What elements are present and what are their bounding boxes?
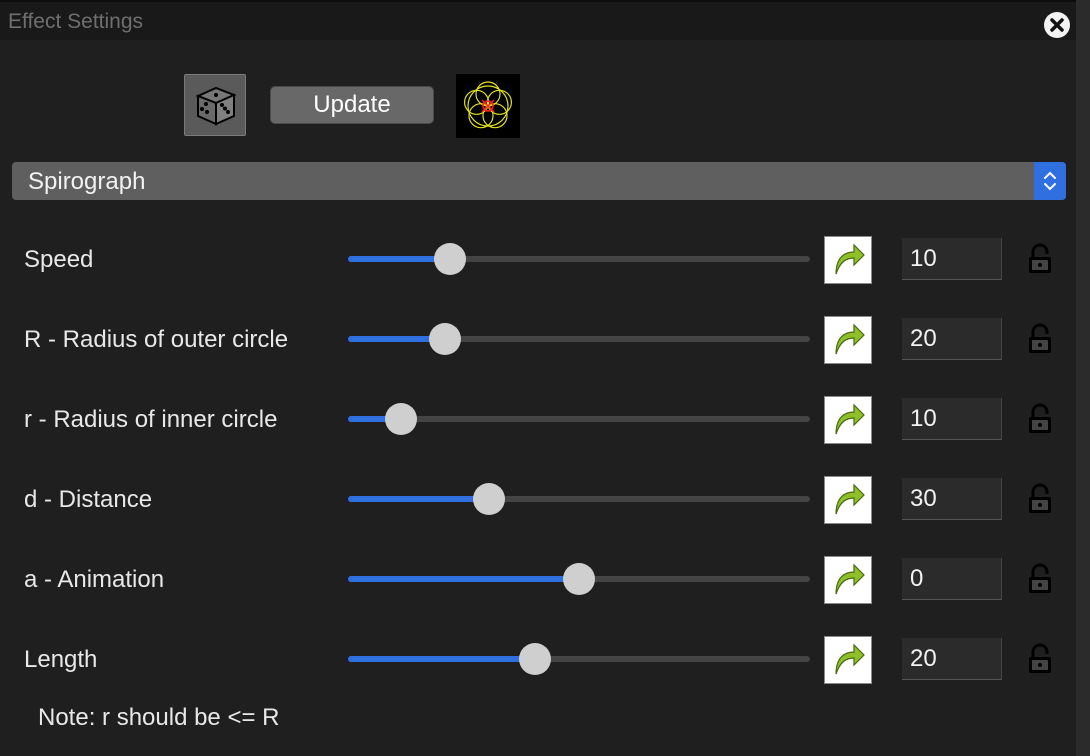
reset-arrow-icon [835, 483, 865, 515]
lock-open-icon [1029, 323, 1051, 353]
slider-thumb[interactable] [433, 243, 466, 275]
effect-select-value: Spirograph [28, 168, 146, 195]
lock-open-icon [1029, 483, 1051, 513]
parameter-label: R - Radius of outer circle [24, 326, 289, 353]
slider-thumb[interactable] [472, 483, 505, 515]
close-button[interactable] [1044, 12, 1070, 38]
lock-toggle[interactable] [1026, 242, 1054, 276]
reset-arrow-icon [835, 403, 865, 435]
reset-arrow-icon [835, 243, 865, 275]
parameter-label: Speed [24, 246, 94, 273]
effect-settings-window: Effect Settings Update Spirograph Speed … [0, 0, 1090, 756]
lock-open-icon [1029, 243, 1051, 273]
parameter-value-input[interactable] [902, 638, 1002, 680]
parameter-slider[interactable] [348, 563, 810, 595]
lock-toggle[interactable] [1026, 482, 1054, 516]
reset-arrow-icon [835, 643, 865, 675]
parameter-label: a - Animation [24, 566, 165, 593]
slider-track [348, 416, 810, 422]
parameter-slider[interactable] [348, 643, 810, 675]
parameter-row: r - Radius of inner circle [0, 396, 1076, 456]
parameter-slider[interactable] [348, 323, 810, 355]
randomize-button[interactable] [184, 74, 246, 136]
window-title: Effect Settings [8, 10, 144, 33]
note-text: Note: r should be <= R [38, 704, 280, 731]
parameter-row: Speed [0, 236, 1076, 296]
lock-open-icon [1029, 563, 1051, 593]
dice-icon [195, 86, 237, 126]
reset-value-button[interactable] [824, 236, 872, 284]
update-button[interactable]: Update [270, 86, 434, 124]
reset-value-button[interactable] [824, 556, 872, 604]
parameter-value-input[interactable] [902, 318, 1002, 360]
slider-fill [348, 656, 536, 662]
parameter-value-input[interactable] [902, 558, 1002, 600]
parameter-label: r - Radius of inner circle [24, 406, 278, 433]
reset-arrow-icon [835, 563, 865, 595]
slider-thumb[interactable] [563, 563, 595, 595]
lock-toggle[interactable] [1026, 322, 1054, 356]
parameter-row: a - Animation [0, 556, 1076, 616]
close-icon [1050, 18, 1064, 32]
reset-value-button[interactable] [824, 396, 872, 444]
lock-toggle[interactable] [1026, 562, 1054, 596]
chevron-up-down-icon [1044, 171, 1056, 191]
slider-thumb[interactable] [519, 643, 552, 675]
lock-toggle[interactable] [1026, 642, 1054, 676]
parameter-value-input[interactable] [902, 398, 1002, 440]
reset-value-button[interactable] [824, 316, 872, 364]
parameter-label: Length [24, 646, 98, 673]
select-stepper[interactable] [1034, 162, 1066, 200]
lock-open-icon [1029, 403, 1051, 433]
reset-value-button[interactable] [824, 476, 872, 524]
slider-thumb[interactable] [429, 323, 462, 355]
parameter-row: R - Radius of outer circle [0, 316, 1076, 376]
parameter-row: d - Distance [0, 476, 1076, 536]
reset-value-button[interactable] [824, 636, 872, 684]
slider-thumb[interactable] [385, 403, 418, 435]
parameter-value-input[interactable] [902, 238, 1002, 280]
slider-fill [348, 576, 579, 582]
spirograph-preview-image [464, 81, 513, 129]
effect-preview [456, 74, 520, 138]
parameter-row: Length [0, 636, 1076, 696]
parameter-value-input[interactable] [902, 478, 1002, 520]
effect-select[interactable]: Spirograph [12, 162, 1066, 200]
parameter-slider[interactable] [348, 403, 810, 435]
title-bar[interactable]: Effect Settings [0, 0, 1076, 40]
parameter-slider[interactable] [348, 483, 810, 515]
slider-fill [348, 496, 489, 502]
parameter-slider[interactable] [348, 243, 810, 275]
lock-toggle[interactable] [1026, 402, 1054, 436]
lock-open-icon [1029, 643, 1051, 673]
reset-arrow-icon [835, 323, 865, 355]
parameter-label: d - Distance [24, 486, 153, 513]
